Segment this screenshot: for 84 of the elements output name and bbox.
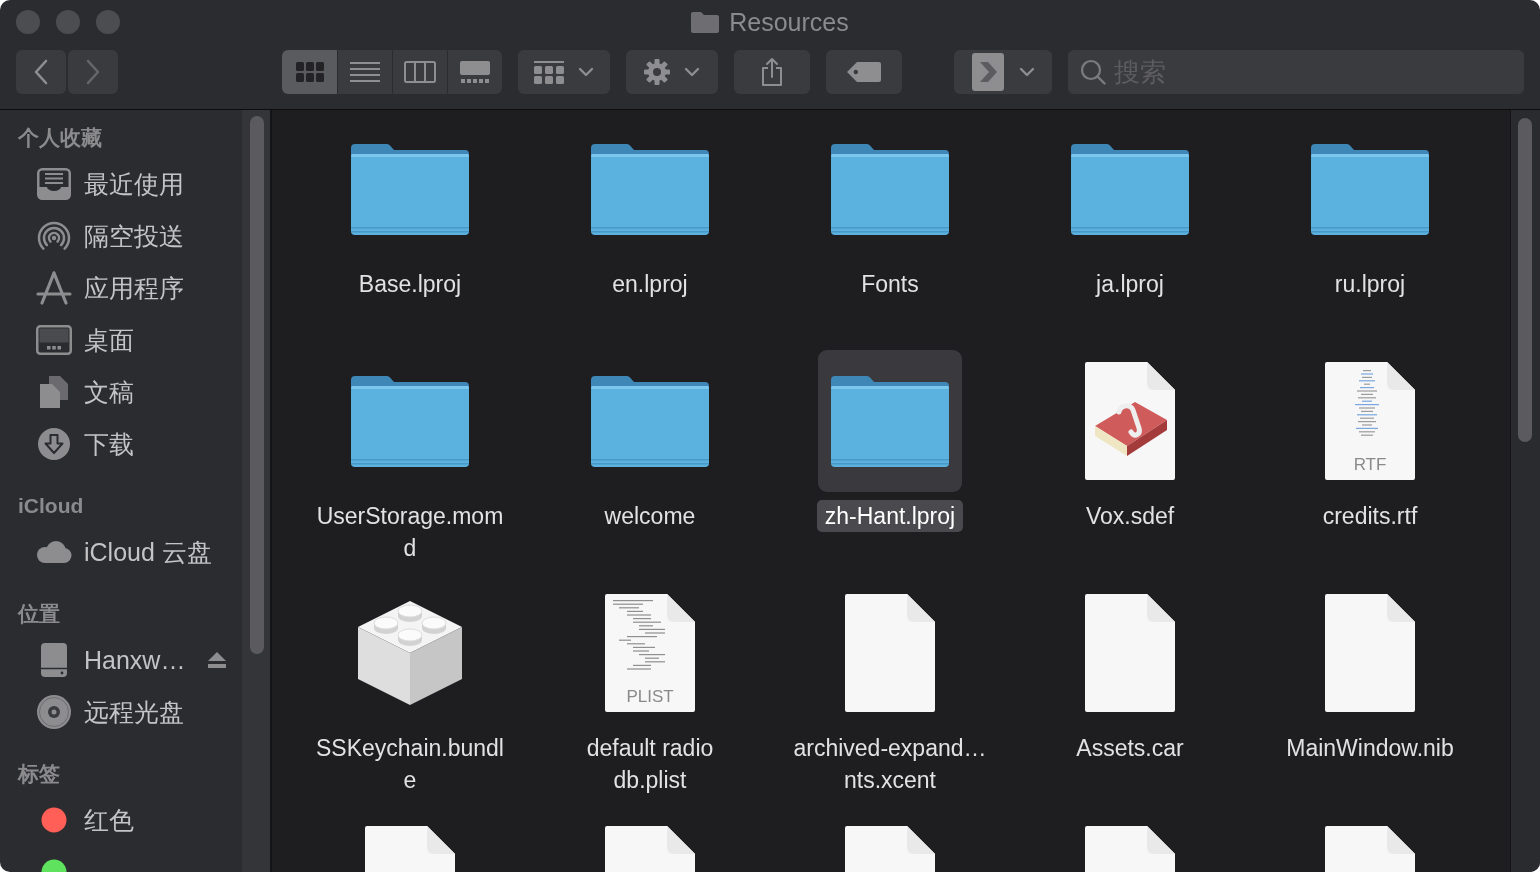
- view-mode-button[interactable]: [337, 50, 392, 94]
- caret-icon: [578, 67, 594, 77]
- blank-document-icon[interactable]: [1325, 594, 1415, 712]
- folder-icon[interactable]: [591, 143, 709, 235]
- desktop-icon: [36, 325, 72, 355]
- sidebar-item[interactable]: 文稿: [36, 366, 134, 418]
- file-name[interactable]: Fonts: [861, 268, 919, 300]
- sidebar-item[interactable]: Hanxw…: [36, 634, 186, 686]
- window-title: Resources: [729, 7, 849, 37]
- file-name[interactable]: Assets.car: [1076, 732, 1184, 764]
- sidebar-section-header: iCloud: [17, 493, 85, 519]
- sidebar-section-header: 位置: [16, 601, 61, 627]
- file-name[interactable]: Base.lproj: [358, 268, 462, 300]
- sidebar-item[interactable]: 最近使用: [36, 158, 184, 210]
- caret-icon: [684, 67, 700, 77]
- documents-icon: [38, 375, 70, 409]
- folder-icon[interactable]: [351, 143, 469, 235]
- disc-icon: [36, 694, 72, 730]
- app-icon: [971, 52, 1005, 92]
- share-icon: [760, 57, 784, 87]
- blank-document-icon[interactable]: [1085, 594, 1175, 712]
- sidebar-section-header: 标签: [16, 761, 61, 787]
- file-name[interactable]: SSKeychain.bundle: [312, 732, 508, 796]
- folder-icon[interactable]: [831, 143, 949, 235]
- file-type-label: RTF: [1353, 456, 1387, 473]
- sidebar-item[interactable]: 红色: [36, 794, 134, 846]
- file-name[interactable]: en.lproj: [612, 268, 688, 300]
- drive-icon: [40, 642, 68, 678]
- scrollbar-thumb[interactable]: [1518, 118, 1532, 442]
- sidebar-section-header: 个人收藏: [17, 125, 103, 151]
- eject-button[interactable]: [208, 652, 226, 668]
- tag-button[interactable]: [826, 50, 902, 94]
- file-name[interactable]: welcome: [604, 500, 696, 532]
- tag-icon: [846, 61, 882, 83]
- search-icon: [1080, 59, 1106, 85]
- folder-icon[interactable]: [831, 375, 949, 467]
- gallery-icon: [460, 61, 490, 83]
- group-button[interactable]: [518, 50, 610, 94]
- file-name[interactable]: credits.rtf: [1322, 500, 1418, 532]
- file-name[interactable]: archived-expand…nts.xcent: [792, 732, 988, 796]
- letter-a-icon: [36, 270, 72, 306]
- action-button[interactable]: [626, 50, 718, 94]
- caret-icon: [1019, 67, 1035, 77]
- folder-icon[interactable]: [591, 375, 709, 467]
- file-name[interactable]: default radio db.plist: [552, 732, 748, 796]
- sidebar-item[interactable]: 远程光盘: [36, 686, 184, 738]
- chevron-right-icon: [86, 59, 100, 85]
- back-button[interactable]: [16, 50, 66, 94]
- folder-icon[interactable]: [1311, 143, 1429, 235]
- grid-icon: [295, 62, 324, 82]
- text-document-icon[interactable]: [605, 594, 695, 712]
- folder-icon: [691, 11, 720, 33]
- list-icon: [350, 61, 380, 83]
- app-button[interactable]: [954, 50, 1052, 94]
- blank-document-icon[interactable]: [845, 594, 935, 712]
- folder-icon[interactable]: [351, 375, 469, 467]
- file-name[interactable]: Vox.sdef: [1085, 500, 1175, 532]
- file-name[interactable]: ru.lproj: [1334, 268, 1406, 300]
- file-type-label: PLIST: [626, 688, 674, 705]
- cloud-icon: [36, 540, 72, 564]
- sidebar-item[interactable]: 应用程序: [36, 262, 184, 314]
- sidebar-item[interactable]: 下载: [36, 418, 134, 470]
- share-button[interactable]: [734, 50, 810, 94]
- file-name[interactable]: zh-Hant.lproj: [816, 500, 964, 532]
- sidebar-item[interactable]: 桌面: [36, 314, 134, 366]
- wireless-icon: [36, 221, 72, 251]
- view-mode-button[interactable]: [392, 50, 447, 94]
- book-document-icon[interactable]: [1085, 362, 1175, 480]
- view-mode-button[interactable]: [447, 50, 502, 94]
- download-icon: [37, 427, 71, 461]
- eject-icon: [208, 652, 226, 668]
- file-name[interactable]: ja.lproj: [1096, 268, 1164, 300]
- folder-icon[interactable]: [1071, 143, 1189, 235]
- file-name[interactable]: UserStorage.momd: [312, 500, 508, 564]
- tray-icon: [37, 168, 71, 200]
- sidebar-item[interactable]: 隔空投送: [36, 210, 184, 262]
- columns-icon: [404, 61, 436, 83]
- scrollbar-thumb[interactable]: [250, 116, 264, 654]
- sidebar-item[interactable]: iCloud 云盘: [36, 526, 212, 578]
- text-document-icon[interactable]: [1325, 362, 1415, 480]
- grid-icon: [534, 60, 564, 84]
- chevron-left-icon: [34, 59, 48, 85]
- gear-icon: [644, 59, 670, 85]
- file-name[interactable]: MainWindow.nib: [1286, 732, 1454, 764]
